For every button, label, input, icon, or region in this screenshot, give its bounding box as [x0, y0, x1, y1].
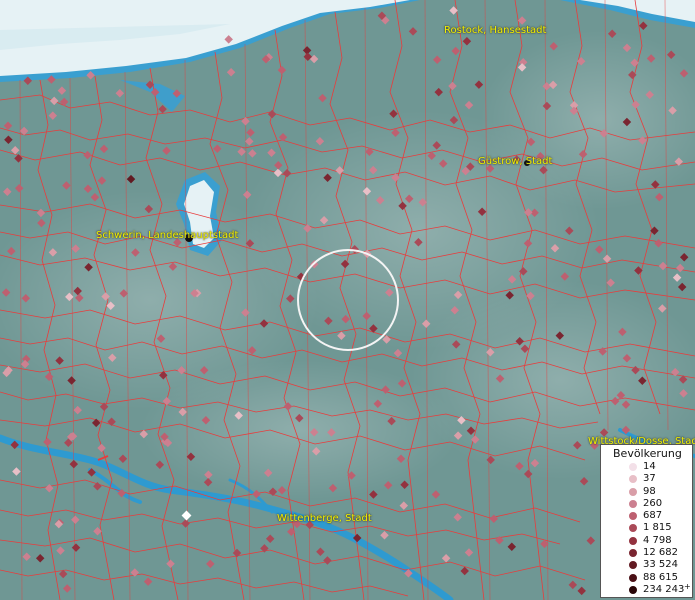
legend-label: 234 243 [643, 583, 685, 595]
legend-swatch [629, 573, 637, 582]
city-label-rostock: Rostock, Hansestadt [444, 25, 547, 36]
legend-row: 234 243 + [601, 581, 692, 596]
legend-row: 1 815 [601, 522, 692, 534]
legend-swatch [629, 536, 637, 545]
legend-row: 98 [601, 486, 692, 498]
legend-row: 88 615 [601, 572, 692, 584]
legend-label: 33 524 [643, 559, 678, 571]
legend-swatch [629, 524, 637, 533]
legend-label: 4 798 [643, 534, 672, 546]
legend-label: 12 682 [643, 547, 678, 559]
legend-label: 37 [643, 473, 656, 485]
legend-swatch [629, 475, 637, 484]
legend-title: Bevölkerung [613, 447, 682, 460]
legend-label: 14 [643, 461, 656, 472]
legend-row: 687 [601, 510, 692, 522]
legend-label: 88 615 [643, 571, 678, 583]
legend-row: 33 524 [601, 559, 692, 571]
city-label-schwerin: Schwerin, Landeshauptstadt [96, 230, 239, 241]
legend-swatch [629, 463, 637, 471]
legend-label: 687 [643, 510, 663, 522]
legend-label: 98 [643, 485, 656, 497]
map-canvas[interactable] [0, 0, 695, 600]
legend-label: 260 [643, 497, 663, 509]
legend-swatch [629, 487, 637, 496]
legend-row: 37 [601, 473, 692, 485]
legend-label: 1 815 [643, 522, 672, 534]
city-label-wittenberge: Wittenberge, Stadt [277, 513, 372, 524]
legend-row: 12 682 [601, 547, 692, 559]
legend-row: 4 798 [601, 535, 692, 547]
legend-swatch [629, 512, 637, 521]
city-label-guestrow: Güstrow, Stadt [478, 156, 553, 167]
legend-swatch [629, 499, 637, 508]
legend-swatch [629, 561, 637, 570]
legend-swatch [629, 585, 637, 594]
legend-row: 260 [601, 498, 692, 510]
legend-plus-sign: + [684, 581, 691, 591]
legend-swatch [629, 549, 637, 558]
legend-row: 14 [601, 461, 692, 473]
population-legend: Bevölkerung 14 37 98 260 687 1 815 4 798… [600, 444, 693, 598]
